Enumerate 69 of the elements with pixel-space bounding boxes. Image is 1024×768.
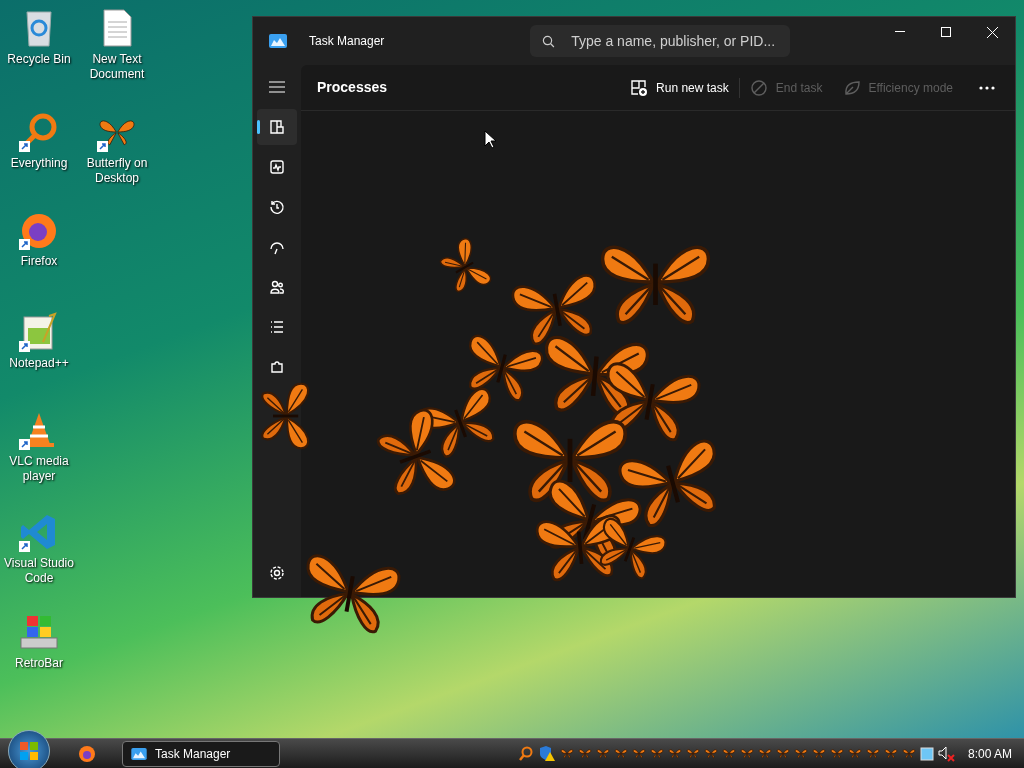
settings-icon [269,565,285,581]
start-button[interactable] [8,729,50,768]
close-icon [986,26,998,38]
volume-muted-icon[interactable] [937,745,956,762]
speedometer-icon [269,239,285,255]
shortcut-arrow-icon [19,341,30,352]
mouse-cursor-icon [484,130,496,149]
butterfly-icon[interactable] [739,748,754,759]
window-icon[interactable] [919,746,934,761]
maximize-icon [941,27,951,37]
desktop-icon-label[interactable]: Butterfly on Desktop [78,156,156,186]
toolbar-button[interactable]: Run new task [620,71,739,104]
desktop-icon-label[interactable]: VLC media player [0,454,78,484]
desktop-icon-label[interactable]: New Text Document [78,52,156,82]
history-icon [269,199,285,215]
desktop-icon-label[interactable]: Everything [10,156,68,171]
shortcut-arrow-icon [19,541,30,552]
clock[interactable]: 8:00 AM [967,744,1012,763]
windows-logo-icon [19,740,39,761]
butterfly-icon[interactable] [775,748,790,759]
puzzle-icon [269,359,285,375]
search-icon[interactable] [517,745,534,762]
add-window-icon [630,78,649,97]
minimize-icon [895,31,905,33]
butterfly-icon[interactable] [703,748,718,759]
butterfly-icon[interactable] [883,748,898,759]
butterfly-icon[interactable] [865,748,880,759]
browser-icon[interactable] [78,744,96,763]
taskbar-button[interactable]: Task Manager [122,740,280,767]
search-field[interactable]: Type a name, publisher, or PID... [530,25,791,57]
desktop-icon-label[interactable]: Firefox [20,254,58,269]
butterfly-icon[interactable] [901,748,916,759]
app-logo-icon [131,747,147,760]
butterfly-icon[interactable] [559,748,574,759]
more-icon [979,85,995,90]
desktop-icon-label[interactable]: Notepad++ [9,356,69,371]
butterfly-icon[interactable] [685,748,700,759]
butterfly-icon[interactable] [595,748,610,759]
butterfly-icon[interactable] [667,748,682,759]
list-icon [269,319,285,335]
butterfly-icon[interactable] [847,748,862,759]
shield-warning-icon[interactable] [537,745,556,762]
shortcut-arrow-icon [19,141,30,152]
butterfly-icon[interactable] [721,748,736,759]
shortcut-arrow-icon [19,439,30,450]
leaf-icon [842,78,861,97]
menu-icon [269,81,285,93]
shortcut-arrow-icon [97,141,108,152]
butterfly-icon[interactable] [613,748,628,759]
nav-tab[interactable] [257,109,297,145]
desktop-icon-label[interactable]: Recycle Bin [7,52,71,67]
butterfly-icon[interactable] [757,748,772,759]
butterfly-icon[interactable] [829,748,844,759]
butterfly-icon[interactable] [811,748,826,759]
search-icon [542,34,556,48]
users-icon [269,279,285,295]
butterfly-icon[interactable] [631,748,646,759]
pulse-icon [269,159,285,175]
page-title: Processes [317,78,388,97]
shortcut-arrow-icon [19,239,30,250]
prohibited-icon [749,78,768,97]
butterfly-icon[interactable] [577,748,592,759]
butterfly-icon[interactable] [793,748,808,759]
window-title: Task Manager [309,33,385,50]
grid-icon [269,119,285,135]
selection-indicator [257,120,260,134]
app-logo-icon [269,34,287,48]
desktop-icon-label[interactable]: Visual Studio Code [0,556,78,586]
butterfly-icon[interactable] [649,748,664,759]
